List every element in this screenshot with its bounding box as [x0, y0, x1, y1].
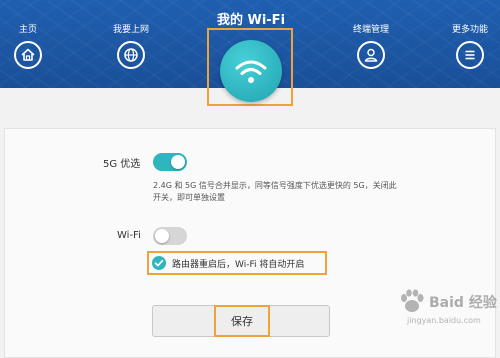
nav-item-terminal-management[interactable]: 终端管理 [336, 0, 406, 69]
nav-label-internet: 我要上网 [112, 25, 149, 35]
nav-item-internet[interactable]: 我要上网 [96, 0, 166, 69]
nav-item-more[interactable]: 更多功能 [435, 0, 500, 69]
menu-icon [456, 41, 484, 69]
wifi-icon [235, 60, 267, 83]
nav-label-terminal: 终端管理 [352, 25, 389, 35]
restart-note-text: 路由器重启后，Wi-Fi 将自动开启 [172, 260, 305, 270]
wifi-label: Wi-Fi [117, 230, 141, 241]
save-button-label: 保存 [231, 315, 253, 328]
baidu-jingyan-watermark: Baid 经验 jingyan.baidu.com [395, 288, 500, 338]
prefer-5g-description: 2.4G 和 5G 信号合并显示，同等信号强度下优选更快的 5G，关闭此开关，即… [153, 181, 397, 202]
nav-label-more: 更多功能 [451, 25, 488, 35]
paw-logo-icon [401, 289, 424, 312]
nav-item-my-wifi[interactable] [220, 40, 282, 102]
prefer-5g-label: 5G 优选 [103, 159, 141, 170]
prefer-5g-toggle[interactable] [153, 153, 187, 171]
nav-item-home[interactable]: 主页 [0, 0, 63, 69]
toggle-knob [155, 229, 169, 243]
nav-label-home: 主页 [18, 25, 37, 35]
home-icon [14, 41, 42, 69]
wifi-toggle[interactable] [153, 227, 187, 245]
watermark-text: Baid 经验 [429, 295, 497, 311]
auto-enable-checkbox[interactable] [152, 256, 166, 270]
watermark-url: jingyan.baidu.com [407, 316, 481, 325]
globe-icon [117, 41, 145, 69]
toggle-knob [171, 155, 185, 169]
check-icon [154, 259, 164, 267]
nav-label-my-wifi: 我的 Wi-Fi [216, 13, 286, 28]
user-icon [357, 41, 385, 69]
